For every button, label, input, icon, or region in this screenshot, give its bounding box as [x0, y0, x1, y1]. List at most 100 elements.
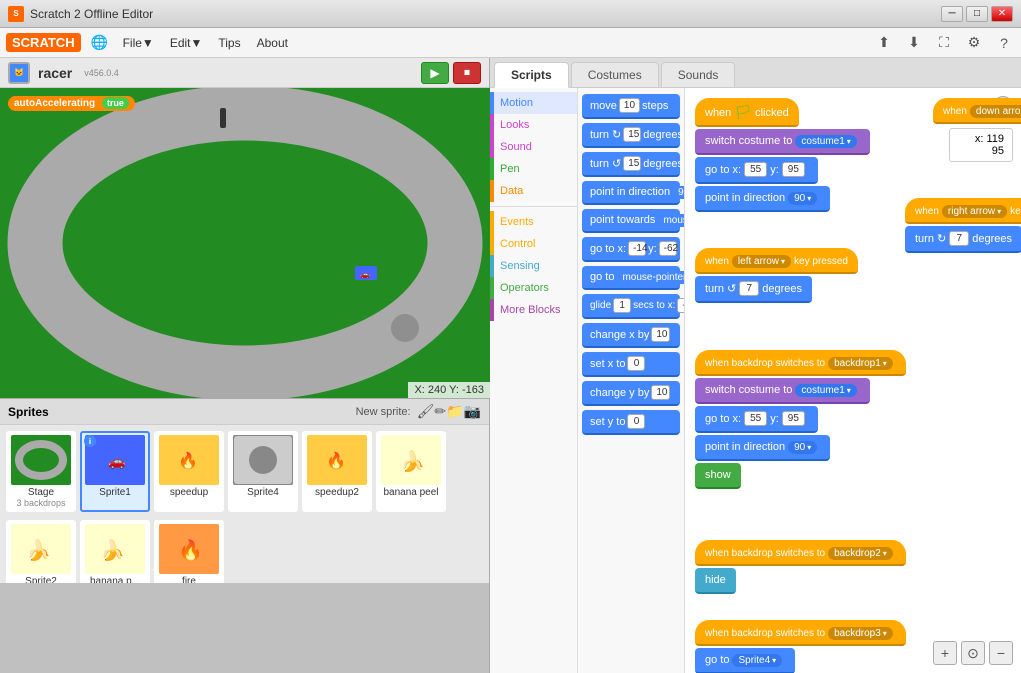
block-goto-target[interactable]: mouse-pointer▾ [616, 271, 684, 284]
tips-menu[interactable]: Tips [214, 34, 244, 52]
sprite-thumb-sprite2[interactable]: 🍌 Sprite2 [6, 520, 76, 583]
tab-scripts[interactable]: Scripts [494, 62, 569, 88]
download-button[interactable]: ⬇ [903, 32, 925, 54]
close-button[interactable]: ✕ [991, 6, 1013, 22]
zoom-reset-button[interactable]: ⊙ [961, 641, 985, 665]
category-operators[interactable]: Operators [490, 277, 577, 299]
minimize-button[interactable]: ─ [941, 6, 963, 22]
block-goto-xy-2[interactable]: go to x: 55 y: 95 [695, 406, 818, 433]
block-when-flag-clicked[interactable]: when 🏳 clicked [695, 98, 799, 127]
backdrop-dropdown-1[interactable]: backdrop1 [828, 357, 893, 370]
block-point-dir-2[interactable]: point in direction 90 [695, 435, 830, 461]
block-when-backdrop3[interactable]: when backdrop switches to backdrop3 [695, 620, 906, 646]
maximize-button[interactable]: □ [966, 6, 988, 22]
key-dropdown-down[interactable]: down arro [970, 105, 1021, 118]
block-point-direction[interactable]: point in direction 90▾ [582, 181, 680, 205]
category-looks[interactable]: Looks [490, 114, 577, 136]
about-menu[interactable]: About [253, 34, 292, 52]
category-motion[interactable]: Motion [490, 92, 577, 114]
language-button[interactable]: 🌐 [89, 32, 111, 54]
file-menu[interactable]: File▼ [119, 34, 158, 52]
backdrop-dropdown-3[interactable]: backdrop3 [828, 627, 893, 640]
sprite-thumb-fire[interactable]: 🔥 fire [154, 520, 224, 583]
block-glide[interactable]: glide 1 secs to x:-14 y:-62 [582, 294, 680, 319]
backdrop-dropdown-2[interactable]: backdrop2 [828, 547, 893, 560]
block-turncw-val[interactable]: 15 [623, 127, 641, 142]
stop-button[interactable]: ⏹ [453, 62, 481, 84]
goto-sprite4-dropdown[interactable]: Sprite4 [732, 654, 782, 667]
settings-button[interactable]: ⚙ [963, 32, 985, 54]
help-circle-button[interactable]: ? [993, 32, 1015, 54]
goto-x1[interactable]: 55 [744, 162, 767, 177]
block-towards-val[interactable]: mouse-pointer▾ [657, 214, 684, 227]
sprite-thumb-sprite4[interactable]: Sprite4 [228, 431, 298, 512]
go-button[interactable]: ▶ [421, 62, 449, 84]
goto-y2[interactable]: 95 [782, 411, 805, 426]
dir-dropdown-2[interactable]: 90 [788, 441, 817, 454]
goto-y1[interactable]: 95 [782, 162, 805, 177]
key-dropdown-right[interactable]: right arrow [942, 205, 1007, 218]
block-switch-costume-2[interactable]: switch costume to costume1 [695, 378, 870, 404]
block-move-val[interactable]: 10 [619, 98, 640, 113]
block-hide[interactable]: hide [695, 568, 736, 594]
block-point-towards[interactable]: point towards mouse-pointer▾ [582, 209, 680, 233]
category-events[interactable]: Events [490, 211, 577, 233]
block-goto-xy[interactable]: go to x:-14 y:-62 [582, 237, 680, 262]
block-change-y[interactable]: change y by 10 [582, 381, 680, 406]
block-gotox-val[interactable]: -14 [628, 241, 646, 256]
category-sensing[interactable]: Sensing [490, 255, 577, 277]
block-glidex-val[interactable]: -14 [677, 298, 684, 313]
zoom-out-button[interactable]: − [989, 641, 1013, 665]
block-set-x[interactable]: set x to 0 [582, 352, 680, 377]
block-turn-cw[interactable]: turn ↻ 15 degrees [582, 123, 680, 148]
category-more[interactable]: More Blocks [490, 299, 577, 321]
block-goto[interactable]: go to mouse-pointer▾ [582, 266, 680, 290]
sprite-thumb-speedup2[interactable]: 🔥 speedup2 [302, 431, 372, 512]
block-glide-secs[interactable]: 1 [613, 298, 631, 313]
sprite-thumb-speedup[interactable]: 🔥 speedup [154, 431, 224, 512]
block-goto-sprite4[interactable]: go to Sprite4 [695, 648, 795, 673]
block-when-left-arrow[interactable]: when left arrow key pressed [695, 248, 858, 274]
block-when-backdrop2[interactable]: when backdrop switches to backdrop2 [695, 540, 906, 566]
block-setx-val[interactable]: 0 [627, 356, 645, 371]
category-pen[interactable]: Pen [490, 158, 577, 180]
category-data[interactable]: Data [490, 180, 577, 202]
block-direction-val[interactable]: 90▾ [672, 186, 684, 199]
category-sound[interactable]: Sound [490, 136, 577, 158]
sprite-thumb-sprite1[interactable]: i 🚗 Sprite1 [80, 431, 150, 512]
block-gotoy-val[interactable]: -62 [659, 241, 677, 256]
turn-val-cw[interactable]: 7 [949, 231, 969, 246]
category-control[interactable]: Control [490, 233, 577, 255]
block-changey-val[interactable]: 10 [651, 385, 670, 400]
add-sprite-button[interactable]: ✏ [434, 403, 446, 420]
block-turn-ccw[interactable]: turn ↺ 15 degrees [582, 152, 680, 177]
fullscreen-button[interactable]: ⛶ [933, 32, 955, 54]
tab-sounds[interactable]: Sounds [661, 62, 736, 87]
block-when-right-arrow[interactable]: when right arrow key pressed [905, 198, 1021, 224]
block-change-x[interactable]: change x by 10 [582, 323, 680, 348]
block-goto-xy-1[interactable]: go to x: 55 y: 95 [695, 157, 818, 184]
block-when-down-arrow[interactable]: when down arro [933, 98, 1021, 124]
block-move[interactable]: move 10 steps [582, 94, 680, 119]
block-show[interactable]: show [695, 463, 741, 489]
block-when-backdrop1[interactable]: when backdrop switches to backdrop1 [695, 350, 906, 376]
tab-costumes[interactable]: Costumes [571, 62, 659, 87]
costume-dropdown-1[interactable]: costume1 [795, 135, 856, 148]
key-dropdown-left[interactable]: left arrow [732, 255, 791, 268]
camera-sprite-button[interactable]: 📷 [464, 403, 481, 420]
turn-val-ccw[interactable]: 7 [739, 281, 759, 296]
block-point-dir-1[interactable]: point in direction 90 [695, 186, 830, 212]
paint-sprite-button[interactable]: 🖌 [417, 403, 435, 420]
sprite-thumb-bananap[interactable]: 🍌 banana p... [80, 520, 150, 583]
block-turnccw-val[interactable]: 15 [623, 156, 641, 171]
sprite-thumb-bananapeel[interactable]: 🍌 banana peel [376, 431, 446, 512]
dir-dropdown-1[interactable]: 90 [788, 192, 817, 205]
upload-button[interactable]: ⬆ [873, 32, 895, 54]
block-switch-costume-1[interactable]: switch costume to costume1 [695, 129, 870, 155]
block-set-y[interactable]: set y to 0 [582, 410, 680, 435]
block-sety-val[interactable]: 0 [627, 414, 645, 429]
edit-menu[interactable]: Edit▼ [166, 34, 207, 52]
goto-x2[interactable]: 55 [744, 411, 767, 426]
block-turn-cw-1[interactable]: turn ↻ 7 degrees [905, 226, 1021, 253]
costume-dropdown-2[interactable]: costume1 [795, 384, 856, 397]
